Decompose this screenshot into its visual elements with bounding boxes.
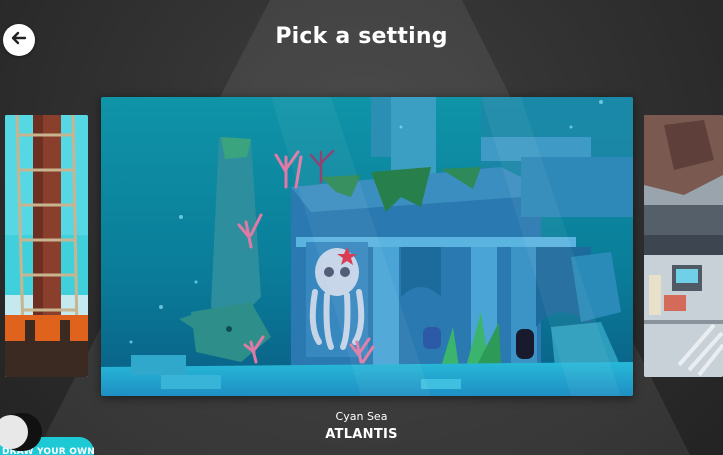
tower-scene-thumbnail (5, 115, 88, 377)
setting-subtitle: Cyan Sea (335, 410, 388, 423)
page-title: Pick a setting (275, 24, 448, 49)
mode-toggle[interactable] (0, 413, 42, 451)
setting-picker-screen: Pick a setting Cyan Sea ATLANTIS DRAW YO… (0, 0, 723, 455)
setting-card-selected[interactable] (101, 97, 633, 396)
setting-card-next[interactable] (644, 115, 723, 377)
setting-card-previous[interactable] (5, 115, 88, 377)
toggle-knob (0, 415, 28, 449)
atlantis-scene-thumbnail (101, 97, 633, 396)
setting-name: ATLANTIS (325, 427, 398, 442)
spaceship-scene-thumbnail (644, 115, 723, 377)
